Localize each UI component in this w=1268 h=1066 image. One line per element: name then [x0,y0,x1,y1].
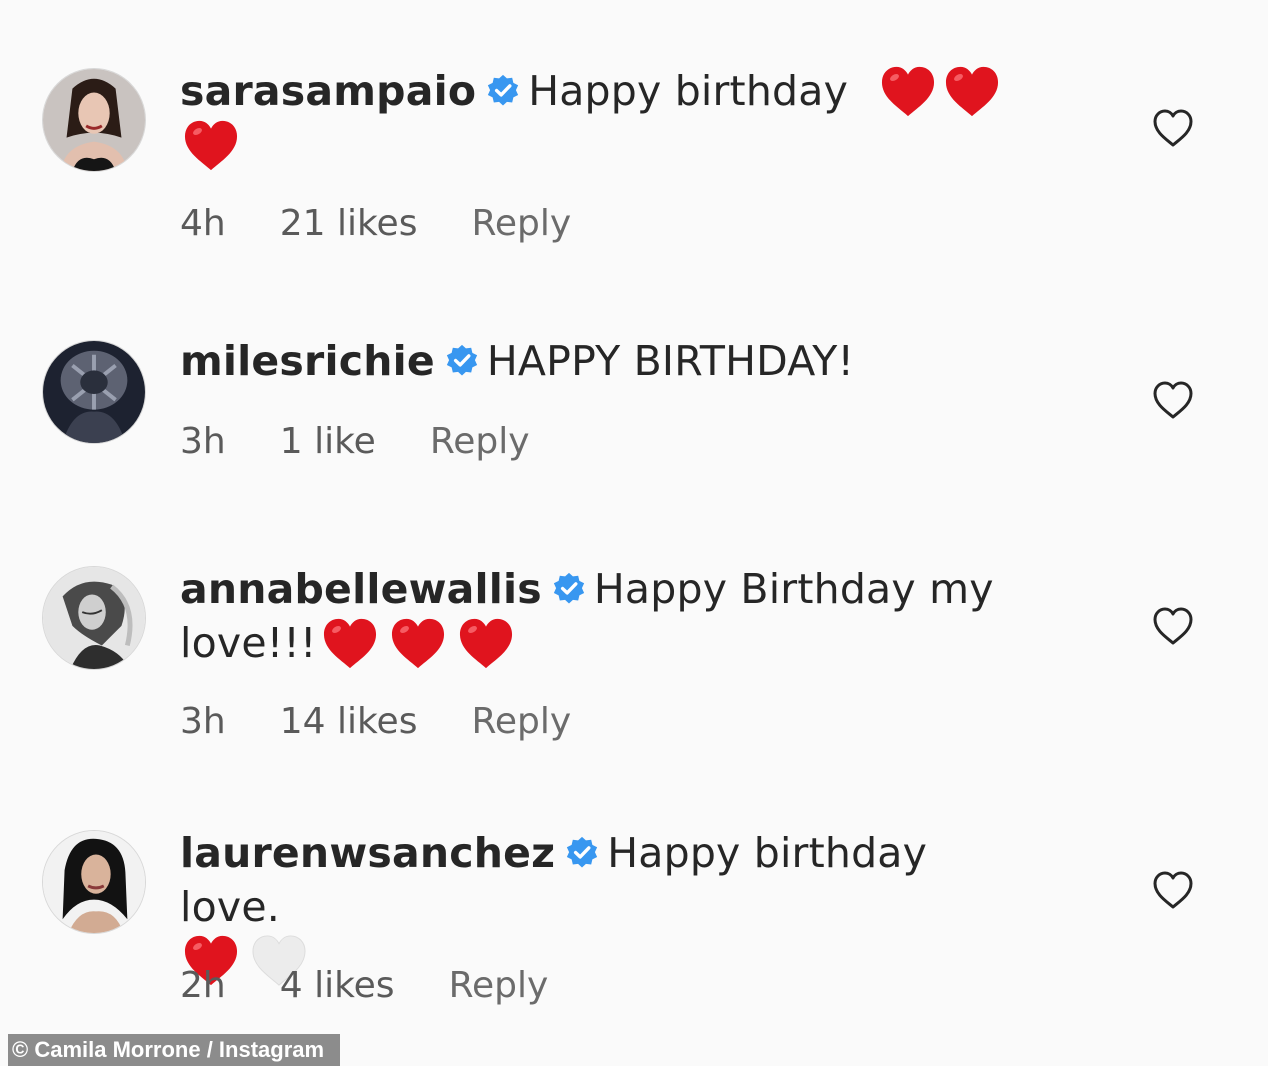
reply-button[interactable]: Reply [449,965,549,1006]
red-heart-icon [457,617,515,671]
reply-button[interactable]: Reply [471,203,571,244]
comment-text: Happy birthday [528,67,849,115]
comment-text: HAPPY BIRTHDAY! [486,337,855,385]
verified-badge-icon [486,74,520,108]
comment-body: sarasampaio Happy birthday [180,64,1040,176]
reply-button[interactable]: Reply [471,701,571,742]
red-heart-icon [321,617,379,671]
like-heart-icon[interactable] [1152,380,1194,420]
likes-count[interactable]: 4 likes [280,965,395,1006]
likes-count[interactable]: 21 likes [280,203,418,244]
comment-body: milesrichie HAPPY BIRTHDAY! [180,334,1040,388]
comment-meta: 3h 14 likes Reply [180,700,625,744]
red-heart-icon [943,65,1001,119]
red-heart-icon [389,617,447,671]
avatar[interactable] [42,340,146,444]
verified-badge-icon [565,836,599,870]
likes-count[interactable]: 1 like [280,421,376,462]
timestamp: 4h [180,203,226,244]
comment-body: annabellewallis Happy Birthday my love!!! [180,562,1040,671]
avatar[interactable] [42,566,146,670]
like-heart-icon[interactable] [1152,870,1194,910]
comment-meta: 4h 21 likes Reply [180,202,625,246]
red-heart-icon [879,65,937,119]
likes-count[interactable]: 14 likes [280,701,418,742]
verified-badge-icon [552,572,586,606]
photo-credit: © Camila Morrone / Instagram [8,1034,341,1066]
avatar[interactable] [42,830,146,934]
username[interactable]: annabellewallis [180,565,542,613]
avatar[interactable] [42,68,146,172]
timestamp: 3h [180,701,226,742]
username[interactable]: sarasampaio [180,67,476,115]
comment-meta: 3h 1 like Reply [180,420,584,464]
comment-meta: 2h 4 likes Reply [180,964,602,1008]
red-heart-icon [182,119,240,173]
timestamp: 2h [180,965,226,1006]
username[interactable]: laurenwsanchez [180,829,555,877]
like-heart-icon[interactable] [1152,108,1194,148]
timestamp: 3h [180,421,226,462]
like-heart-icon[interactable] [1152,606,1194,646]
reply-button[interactable]: Reply [430,421,530,462]
verified-badge-icon [445,344,479,378]
username[interactable]: milesrichie [180,337,435,385]
